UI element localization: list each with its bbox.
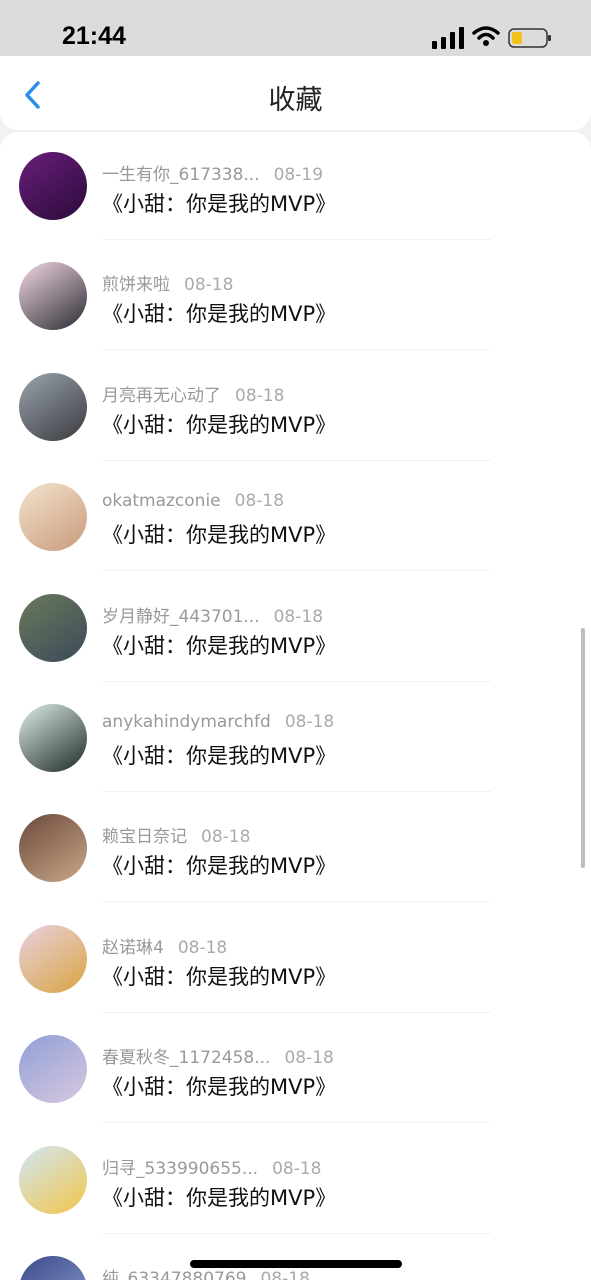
avatar[interactable]: [19, 814, 87, 883]
list-item[interactable]: 赵诺琳4 08-18 《小甜：你是我的MVP》: [0, 903, 591, 1013]
avatar[interactable]: [19, 372, 87, 441]
date: 08-18: [260, 1269, 310, 1280]
wifi-icon: [472, 26, 500, 46]
date: 08-18: [184, 275, 234, 296]
item-meta: 一生有你_617338... 08-19: [102, 160, 323, 185]
list-item[interactable]: 归寻_533990655... 08-18 《小甜：你是我的MVP》: [0, 1124, 591, 1234]
item-meta: 春夏秋冬_1172458... 08-18: [102, 1043, 334, 1068]
favorites-list[interactable]: 一生有你_617338... 08-19 《小甜：你是我的MVP》 煎饼来啦 08-18…: [0, 132, 591, 1280]
item-title[interactable]: 《小甜：你是我的MVP》: [102, 850, 336, 880]
avatar[interactable]: [19, 924, 87, 993]
item-title[interactable]: 《小甜：你是我的MVP》: [102, 298, 336, 328]
username[interactable]: 赖宝日奈记: [102, 827, 187, 847]
date: 08-18: [177, 937, 228, 958]
username[interactable]: 纯_63347880769: [102, 1269, 246, 1280]
nav-bar: 收藏: [0, 56, 591, 130]
username[interactable]: anykahindymarchfd: [102, 712, 271, 732]
date: 08-18: [234, 491, 285, 512]
item-title[interactable]: 《小甜：你是我的MVP》: [102, 188, 336, 218]
item-meta: 月亮再无心动了 08-18: [102, 381, 284, 406]
list-item[interactable]: okatmazconie 08-18 《小甜：你是我的MVP》: [0, 461, 591, 572]
date: 08-18: [284, 712, 335, 732]
list-item[interactable]: 岁月静好_443701... 08-18 《小甜：你是我的MVP》: [0, 572, 591, 682]
item-title[interactable]: 《小甜：你是我的MVP》: [102, 1071, 336, 1101]
item-title[interactable]: 《小甜：你是我的MVP》: [102, 740, 336, 770]
date: 08-18: [284, 1048, 334, 1069]
date: 08-18: [201, 827, 251, 848]
item-meta: 归寻_533990655... 08-18: [102, 1154, 321, 1179]
item-meta: 岁月静好_443701... 08-18: [102, 602, 323, 627]
avatar[interactable]: [19, 704, 87, 772]
username[interactable]: 岁月静好_443701...: [102, 607, 260, 627]
item-title[interactable]: 《小甜：你是我的MVP》: [102, 519, 336, 549]
page-title: 收藏: [268, 85, 323, 116]
item-meta: okatmazconie 08-18: [102, 491, 284, 511]
item-title[interactable]: 《小甜：你是我的MVP》: [102, 409, 336, 439]
username[interactable]: 月亮再无心动了: [102, 386, 221, 406]
username[interactable]: 归寻_533990655...: [102, 1159, 258, 1179]
item-meta: 赖宝日奈记 08-18: [102, 822, 250, 847]
item-title[interactable]: 《小甜：你是我的MVP》: [102, 630, 336, 660]
date: 08-18: [272, 1158, 322, 1179]
date: 08-19: [273, 165, 324, 185]
item-title[interactable]: 《小甜：你是我的MVP》: [102, 961, 336, 991]
battery-icon: [508, 28, 551, 48]
username[interactable]: 一生有你_617338...: [102, 165, 260, 185]
list-item[interactable]: 纯_6334788076908-18《小甜：你是我的MVP》: [0, 1234, 591, 1280]
item-title[interactable]: 《小甜：你是我的MVP》: [102, 1182, 336, 1212]
avatar[interactable]: [19, 593, 87, 662]
status-bar: 21:44: [0, 0, 591, 56]
item-meta: 赵诺琳4 08-18: [102, 933, 227, 958]
avatar[interactable]: [19, 483, 87, 552]
signal-icon: [432, 27, 464, 49]
avatar[interactable]: [19, 262, 87, 331]
scrollbar[interactable]: [581, 628, 585, 868]
date: 08-18: [235, 385, 285, 406]
item-meta: 煎饼来啦 08-18: [102, 270, 233, 295]
home-indicator[interactable]: [190, 1260, 402, 1268]
status-time: 21:44: [62, 22, 126, 50]
username[interactable]: 春夏秋冬_1172458...: [102, 1048, 270, 1068]
username[interactable]: okatmazconie: [102, 491, 221, 511]
avatar[interactable]: [19, 1035, 87, 1104]
list-item[interactable]: 赖宝日奈记 08-18 《小甜：你是我的MVP》: [0, 792, 591, 903]
avatar[interactable]: [19, 1145, 87, 1214]
username[interactable]: 赵诺琳4: [102, 938, 164, 958]
avatar[interactable]: [19, 1256, 87, 1280]
list-item[interactable]: anykahindymarchfd 08-18 《小甜：你是我的MVP》: [0, 682, 591, 792]
list-item[interactable]: 一生有你_617338... 08-19 《小甜：你是我的MVP》: [0, 132, 591, 240]
item-meta: anykahindymarchfd 08-18: [102, 712, 334, 732]
list-item[interactable]: 月亮再无心动了 08-18 《小甜：你是我的MVP》: [0, 351, 591, 461]
list-item[interactable]: 煎饼来啦 08-18 《小甜：你是我的MVP》: [0, 240, 591, 351]
avatar[interactable]: [19, 152, 87, 220]
username[interactable]: 煎饼来啦: [102, 275, 170, 295]
date: 08-18: [273, 606, 324, 627]
list-item[interactable]: 春夏秋冬_1172458... 08-18 《小甜：你是我的MVP》: [0, 1013, 591, 1124]
